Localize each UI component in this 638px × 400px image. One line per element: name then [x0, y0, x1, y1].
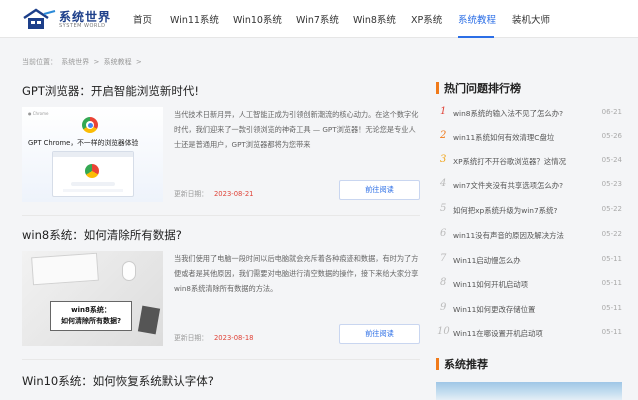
article-date: 2023-08-21 — [213, 190, 254, 198]
thumb-text: win8系统： 如何清除所有数据? — [60, 306, 122, 325]
hot-item-title[interactable]: win11没有声音的原因及解决方法 — [453, 230, 564, 241]
article-date: 2023-08-18 — [213, 334, 254, 342]
hot-item-date: 05-11 — [601, 328, 622, 336]
breadcrumb: 当前位置： 系统世界 > 系统教程 > — [22, 57, 144, 67]
article-thumbnail[interactable]: win8系统： 如何清除所有数据? — [22, 251, 163, 346]
hot-item[interactable]: 1 win8系统的输入法不见了怎么办? 06-21 — [436, 106, 622, 123]
hot-item-title[interactable]: 如何把xp系统升级为win7系统? — [453, 205, 557, 216]
hot-item-date: 05-23 — [601, 180, 622, 188]
recommended-banner-image[interactable] — [436, 382, 622, 400]
rank-number: 3 — [440, 154, 447, 165]
logo-icon — [23, 8, 56, 29]
hot-item-title[interactable]: Win11如何更改存储位置 — [453, 304, 535, 315]
hot-item[interactable]: 8 Win11如何开机启动项 05-11 — [436, 277, 622, 294]
logo-subtitle: SYSTEM WORLD — [59, 23, 106, 29]
article-title[interactable]: GPT浏览器：开启智能浏览新时代! — [22, 83, 199, 99]
article-item: GPT浏览器：开启智能浏览新时代! ● Chrome GPT Chrome，不一… — [22, 83, 420, 218]
hot-item-date: 05-11 — [601, 255, 622, 263]
hot-item-title[interactable]: Win11在哪设置开机启动项 — [453, 328, 543, 339]
article-date-row: 更新日期： 2023-08-18 — [174, 332, 254, 342]
rank-number: 10 — [437, 326, 450, 337]
hot-item[interactable]: 6 win11没有声音的原因及解决方法 05-22 — [436, 228, 622, 245]
hot-item-date: 05-11 — [601, 304, 622, 312]
mouse-graphic — [122, 261, 136, 281]
article-excerpt: 当代技术日新月异，人工智能正成为引领创新潮流的核心动力。在这个数字化时代，我们迎… — [174, 110, 419, 149]
nav-win8[interactable]: Win8系统 — [353, 12, 396, 26]
article-date-row: 更新日期： 2023-08-21 — [174, 188, 254, 198]
chrome-icon — [82, 117, 98, 133]
thumb-browser-window — [52, 151, 134, 197]
hot-item-title[interactable]: Win11启动慢怎么办 — [453, 255, 521, 266]
hot-item-date: 05-22 — [601, 205, 622, 213]
hot-item-title[interactable]: win8系统的输入法不见了怎么办? — [453, 108, 563, 119]
divider — [22, 359, 420, 360]
article-title[interactable]: Win10系统：如何恢复系统默认字体? — [22, 373, 214, 389]
rank-number: 9 — [440, 302, 447, 313]
hot-item-date: 06-21 — [601, 108, 622, 116]
date-label: 更新日期： — [174, 190, 208, 198]
hot-item-title[interactable]: win11系统如何有效清理C盘垃 — [453, 132, 554, 143]
nav-installer[interactable]: 装机大师 — [512, 12, 550, 26]
keyboard-graphic — [31, 252, 99, 286]
site-header: 系统世界 SYSTEM WORLD 首页 Win11系统 Win10系统 Win… — [0, 0, 638, 38]
hot-questions-title: 热门问题排行榜 — [436, 80, 521, 96]
date-label: 更新日期： — [174, 334, 208, 342]
rank-number: 6 — [440, 228, 447, 239]
nav-win10[interactable]: Win10系统 — [233, 12, 282, 26]
rank-number: 5 — [440, 203, 447, 214]
nav-home[interactable]: 首页 — [133, 12, 152, 26]
hot-item-date: 05-26 — [601, 132, 622, 140]
article-item: win8系统：如何清除所有数据? win8系统： 如何清除所有数据? 当我们使用… — [22, 227, 420, 362]
hot-item-date: 05-11 — [601, 279, 622, 287]
hot-item-date: 05-24 — [601, 156, 622, 164]
article-list: GPT浏览器：开启智能浏览新时代! ● Chrome GPT Chrome，不一… — [22, 70, 420, 400]
article-item: Win10系统：如何恢复系统默认字体? — [22, 373, 420, 400]
breadcrumb-sep: > — [93, 58, 100, 66]
hot-item-title[interactable]: Win11如何开机启动项 — [453, 279, 528, 290]
rank-number: 4 — [440, 178, 447, 189]
article-excerpt: 当我们使用了电脑一段时间以后电脑就会充斥着各种痕迹和数据，有时为了方便或者是其他… — [174, 254, 419, 293]
article-title[interactable]: win8系统：如何清除所有数据? — [22, 227, 182, 243]
sidebar: 热门问题排行榜 1 win8系统的输入法不见了怎么办? 06-21 2 win1… — [436, 70, 622, 400]
breadcrumb-tutorials[interactable]: 系统教程 — [104, 58, 132, 66]
rank-number: 8 — [440, 277, 447, 288]
hot-item[interactable]: 7 Win11启动慢怎么办 05-11 — [436, 253, 622, 270]
site-logo[interactable]: 系统世界 SYSTEM WORLD — [22, 6, 122, 32]
hot-item[interactable]: 4 win7文件夹没有共享选项怎么办? 05-23 — [436, 178, 622, 195]
rank-number: 2 — [440, 130, 447, 141]
hot-item-date: 05-22 — [601, 230, 622, 238]
thumb-label-box: win8系统： 如何清除所有数据? — [50, 301, 132, 331]
article-thumbnail[interactable]: ● Chrome GPT Chrome，不一样的浏览器体验 — [22, 107, 163, 202]
nav-win11[interactable]: Win11系统 — [170, 12, 219, 26]
breadcrumb-sep: > — [135, 58, 142, 66]
divider — [22, 215, 420, 216]
nav-xp[interactable]: XP系统 — [411, 12, 442, 26]
hot-item-title[interactable]: XP系统打不开谷歌浏览器？这情况 — [453, 156, 566, 167]
nav-tutorials[interactable]: 系统教程 — [458, 12, 496, 26]
thumb-brand: ● Chrome — [28, 111, 49, 116]
nav-win7[interactable]: Win7系统 — [296, 12, 339, 26]
breadcrumb-label: 当前位置： — [22, 58, 57, 66]
hot-item[interactable]: 10 Win11在哪设置开机启动项 05-11 — [436, 326, 622, 343]
nav-active-indicator — [458, 36, 494, 38]
hot-item-title[interactable]: win7文件夹没有共享选项怎么办? — [453, 180, 563, 191]
rank-number: 7 — [440, 253, 447, 264]
rank-number: 1 — [440, 106, 447, 117]
read-more-button[interactable]: 前往阅读 — [339, 324, 420, 344]
read-more-button[interactable]: 前往阅读 — [339, 180, 420, 200]
hot-item[interactable]: 3 XP系统打不开谷歌浏览器？这情况 05-24 — [436, 154, 622, 171]
recommended-systems-title: 系统推荐 — [436, 356, 488, 372]
breadcrumb-home[interactable]: 系统世界 — [61, 58, 89, 66]
hot-item[interactable]: 9 Win11如何更改存储位置 05-11 — [436, 302, 622, 319]
hot-item[interactable]: 2 win11系统如何有效清理C盘垃 05-26 — [436, 130, 622, 147]
hot-item[interactable]: 5 如何把xp系统升级为win7系统? 05-22 — [436, 203, 622, 220]
thumb-text: GPT Chrome，不一样的浏览器体验 — [28, 139, 139, 147]
